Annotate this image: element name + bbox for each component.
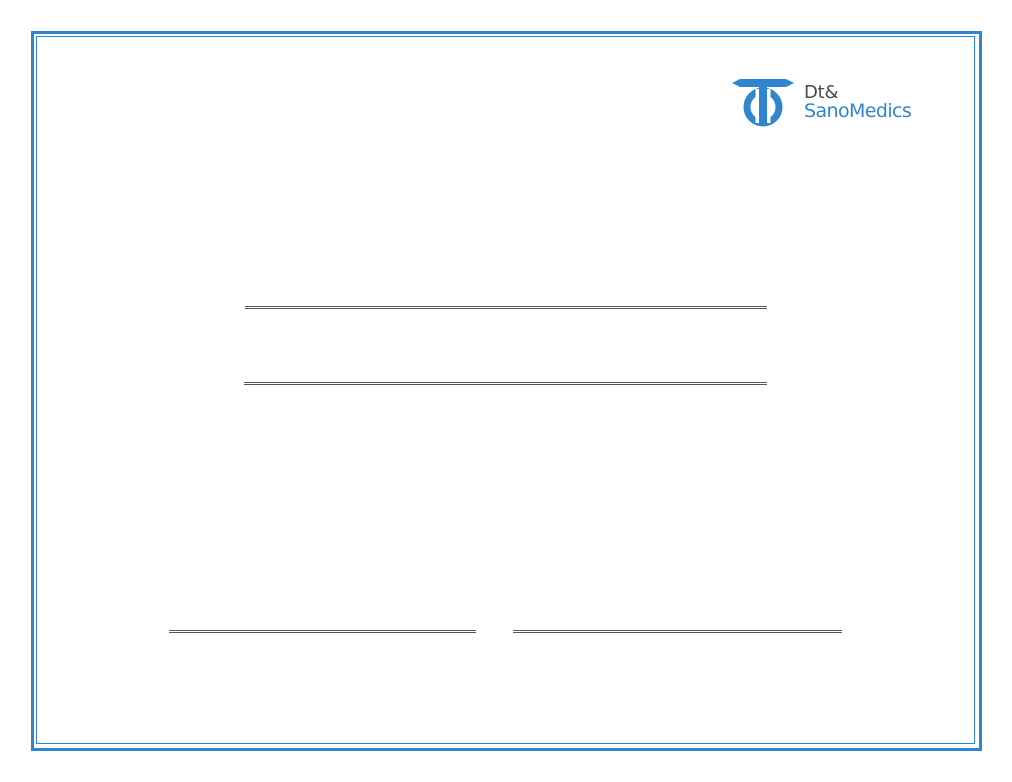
logo-text-line2: SanoMedics [804,100,912,122]
signature-line-left [169,630,476,633]
signature-line-right [513,630,842,633]
company-logo: Dt& SanoMedics [732,79,932,129]
subtitle-underline [244,382,767,385]
dt-sanomedics-logo-mark-icon [732,79,794,127]
logo-wordmark: Dt& SanoMedics [804,83,912,122]
title-underline [245,306,767,309]
page-frame-inner [36,36,975,744]
